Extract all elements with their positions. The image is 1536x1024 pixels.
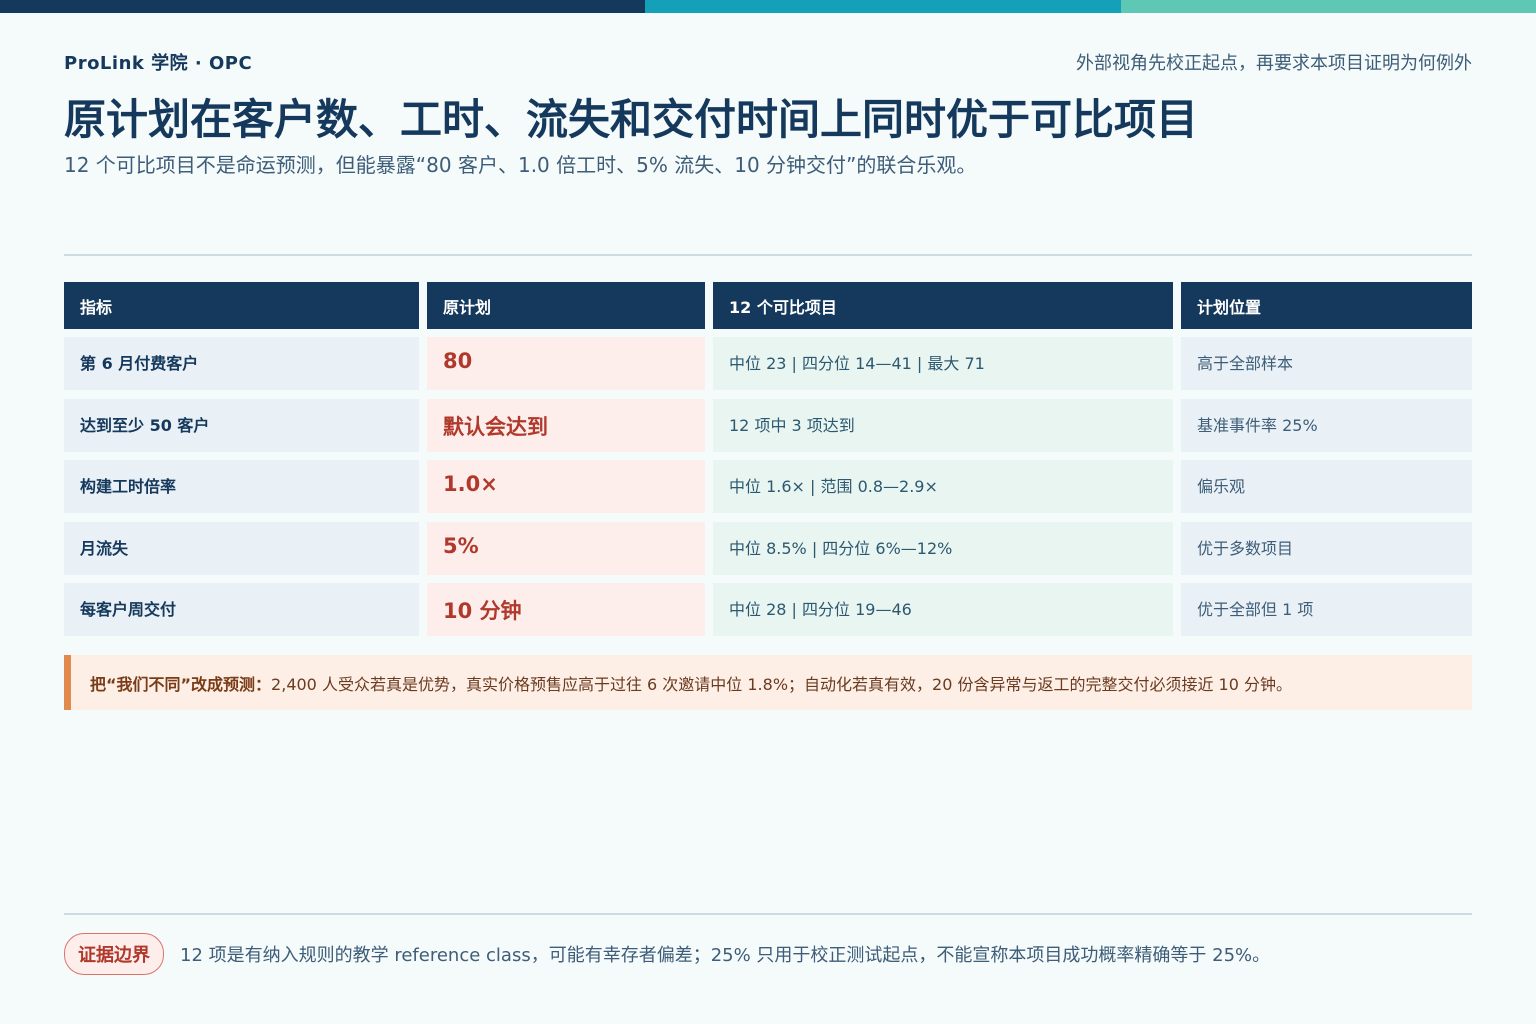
page-title: 原计划在客户数、工时、流失和交付时间上同时优于可比项目 bbox=[64, 95, 1199, 144]
accent-segment-teal bbox=[645, 0, 1121, 13]
top-accent-bar bbox=[0, 0, 1536, 13]
metric-cell: 月流失 bbox=[64, 522, 419, 575]
column-header-comparables: 12 个可比项目 bbox=[713, 282, 1173, 329]
comparables-cell: 中位 23 | 四分位 14—41 | 最大 71 bbox=[713, 337, 1173, 390]
accent-segment-navy bbox=[0, 0, 645, 13]
column-header-metric: 指标 bbox=[64, 282, 419, 329]
position-cell: 优于多数项目 bbox=[1181, 522, 1472, 575]
divider-bottom bbox=[64, 913, 1472, 915]
callout-lead: 把“我们不同”改成预测： bbox=[90, 674, 272, 694]
position-cell: 优于全部但 1 项 bbox=[1181, 583, 1472, 636]
comparables-cell: 中位 8.5% | 四分位 6%—12% bbox=[713, 522, 1173, 575]
metric-cell: 每客户周交付 bbox=[64, 583, 419, 636]
evidence-footnote: 12 项是有纳入规则的教学 reference class，可能有幸存者偏差；2… bbox=[180, 945, 1271, 966]
page-subtitle: 12 个可比项目不是命运预测，但能暴露“80 客户、1.0 倍工时、5% 流失、… bbox=[64, 153, 977, 177]
comparables-cell: 12 项中 3 项达到 bbox=[713, 399, 1173, 452]
kicker-text: 外部视角先校正起点，再要求本项目证明为何例外 bbox=[1076, 53, 1472, 74]
prediction-callout: 把“我们不同”改成预测： 2,400 人受众若真是优势，真实价格预售应高于过往 … bbox=[64, 655, 1472, 710]
evidence-footer: 证据边界 12 项是有纳入规则的教学 reference class，可能有幸存… bbox=[64, 933, 1270, 975]
brand-label: ProLink 学院 · OPC bbox=[64, 53, 253, 74]
evidence-boundary-badge: 证据边界 bbox=[64, 933, 164, 975]
plan-cell: 5% bbox=[427, 522, 705, 575]
metric-cell: 达到至少 50 客户 bbox=[64, 399, 419, 452]
column-header-position: 计划位置 bbox=[1181, 282, 1472, 329]
plan-cell: 80 bbox=[427, 337, 705, 390]
position-cell: 高于全部样本 bbox=[1181, 337, 1472, 390]
column-header-plan: 原计划 bbox=[427, 282, 705, 329]
position-cell: 基准事件率 25% bbox=[1181, 399, 1472, 452]
plan-cell: 1.0× bbox=[427, 460, 705, 513]
comparables-cell: 中位 28 | 四分位 19—46 bbox=[713, 583, 1173, 636]
comparables-cell: 中位 1.6× | 范围 0.8—2.9× bbox=[713, 460, 1173, 513]
plan-cell: 默认会达到 bbox=[427, 399, 705, 452]
accent-segment-mint bbox=[1121, 0, 1536, 13]
position-cell: 偏乐观 bbox=[1181, 460, 1472, 513]
divider-top bbox=[64, 254, 1472, 256]
plan-cell: 10 分钟 bbox=[427, 583, 705, 636]
metric-cell: 第 6 月付费客户 bbox=[64, 337, 419, 390]
metric-cell: 构建工时倍率 bbox=[64, 460, 419, 513]
callout-text: 2,400 人受众若真是优势，真实价格预售应高于过往 6 次邀请中位 1.8%；… bbox=[271, 674, 1293, 694]
